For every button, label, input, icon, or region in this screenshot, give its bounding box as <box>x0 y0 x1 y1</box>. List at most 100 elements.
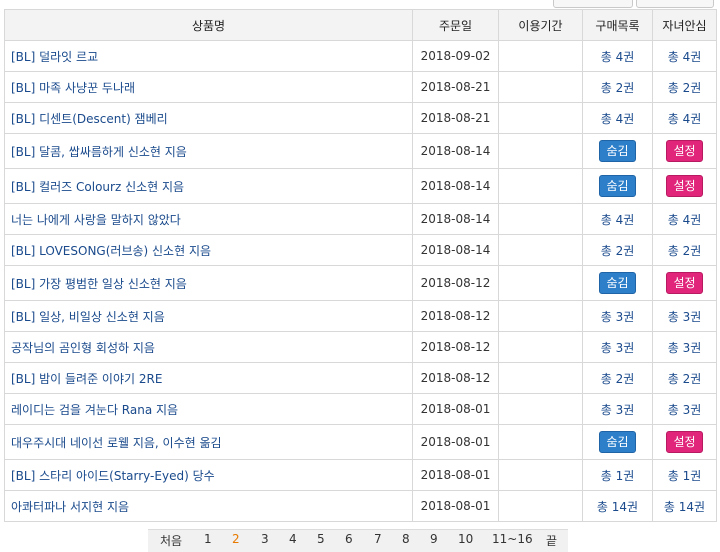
book-title-link[interactable]: 레이디는 검을 겨눈다 Rana 지음 <box>11 403 178 417</box>
child-safe-count-link[interactable]: 총 3권 <box>668 403 702 417</box>
page-5[interactable]: 5 <box>317 532 325 546</box>
purchase-count-link[interactable]: 총 2권 <box>601 81 635 95</box>
usage-period <box>498 393 583 425</box>
page-1[interactable]: 1 <box>204 532 212 546</box>
purchase-list-cell: 총 2권 <box>582 362 653 394</box>
book-title-link[interactable]: [BL] 마족 사냥꾼 두나래 <box>11 81 135 95</box>
usage-period <box>498 71 583 103</box>
purchase-count-link[interactable]: 총 3권 <box>601 310 635 324</box>
row-title-cell: 대우주시대 네이선 로웰 지음, 이수현 옮김 <box>4 424 413 460</box>
child-safe-cell: 총 14권 <box>652 490 717 522</box>
top-button-left[interactable] <box>553 0 633 8</box>
order-date: 2018-08-12 <box>412 300 499 332</box>
child-safe-count-link[interactable]: 총 4권 <box>668 213 702 227</box>
header-period[interactable]: 이용기간 <box>498 9 583 41</box>
book-title-link[interactable]: [BL] LOVESONG(러브송) 신소현 지음 <box>11 244 211 258</box>
table-row: [BL] 스타리 아이드(Starry-Eyed) 당수 2018-08-01 총 … <box>4 459 717 491</box>
page-8[interactable]: 8 <box>402 532 410 546</box>
page-2[interactable]: 2 <box>232 532 240 546</box>
table-row: [BL] LOVESONG(러브송) 신소현 지음 2018-08-14 총 2권 총… <box>4 234 717 266</box>
book-title-link[interactable]: [BL] 디센트(Descent) 잼베리 <box>11 112 168 126</box>
book-title-link[interactable]: [BL] 덜라잇 르교 <box>11 50 98 64</box>
setting-button[interactable]: 설정 <box>666 175 703 197</box>
child-safe-count-link[interactable]: 총 2권 <box>668 81 702 95</box>
hide-button[interactable]: 숨김 <box>599 431 636 453</box>
page-3[interactable]: 3 <box>261 532 269 546</box>
purchase-count-link[interactable]: 총 4권 <box>601 50 635 64</box>
top-button-right[interactable] <box>636 0 714 8</box>
order-date: 2018-08-01 <box>412 393 499 425</box>
book-title-link[interactable]: 공작님의 곰인형 회성하 지음 <box>11 341 155 355</box>
header-purchase-list[interactable]: 구매목록 <box>582 9 653 41</box>
child-safe-cell: 총 2권 <box>652 362 717 394</box>
setting-button[interactable]: 설정 <box>666 272 703 294</box>
hide-button[interactable]: 숨김 <box>599 175 636 197</box>
order-date: 2018-08-01 <box>412 424 499 460</box>
purchase-count-link[interactable]: 총 2권 <box>601 372 635 386</box>
page-9[interactable]: 9 <box>430 532 438 546</box>
child-safe-cell: 설정 <box>652 265 717 301</box>
book-title-link[interactable]: [BL] 컬러즈 Colourz 신소현 지음 <box>11 180 184 194</box>
book-title-link[interactable]: 너는 나에게 사랑을 말하지 않았다 <box>11 213 181 227</box>
child-safe-count-link[interactable]: 총 4권 <box>668 112 702 126</box>
child-safe-count-link[interactable]: 총 4권 <box>668 50 702 64</box>
book-title-link[interactable]: 대우주시대 네이선 로웰 지음, 이수현 옮김 <box>11 436 222 450</box>
purchase-list-cell: 숨김 <box>582 133 653 169</box>
purchase-list-cell: 총 2권 <box>582 234 653 266</box>
book-title-link[interactable]: [BL] 밤이 들려준 이야기 2RE <box>11 372 162 386</box>
order-date: 2018-08-01 <box>412 459 499 491</box>
usage-period <box>498 133 583 169</box>
child-safe-count-link[interactable]: 총 14권 <box>664 500 705 514</box>
table-row: [BL] 마족 사냥꾼 두나래 2018-08-21 총 2권 총 2권 <box>4 71 717 103</box>
setting-button[interactable]: 설정 <box>666 140 703 162</box>
usage-period <box>498 490 583 522</box>
child-safe-count-link[interactable]: 총 2권 <box>668 244 702 258</box>
top-button-strip <box>0 0 720 8</box>
hide-button[interactable]: 숨김 <box>599 140 636 162</box>
page-6[interactable]: 6 <box>345 532 353 546</box>
hide-button[interactable]: 숨김 <box>599 272 636 294</box>
page-range-next[interactable]: 11~16 <box>492 532 533 546</box>
purchase-list-cell: 총 4권 <box>582 102 653 134</box>
purchase-list-cell: 총 4권 <box>582 40 653 72</box>
table-row: [BL] 일상, 비일상 신소현 지음 2018-08-12 총 3권 총 3권 <box>4 300 717 332</box>
child-safe-count-link[interactable]: 총 2권 <box>668 372 702 386</box>
header-title[interactable]: 상품명 <box>4 9 413 41</box>
child-safe-cell: 총 4권 <box>652 40 717 72</box>
purchase-list-cell: 숨김 <box>582 424 653 460</box>
setting-button[interactable]: 설정 <box>666 431 703 453</box>
page-first[interactable]: 처음 <box>160 532 182 549</box>
book-title-link[interactable]: [BL] 가장 평범한 일상 신소현 지음 <box>11 277 187 291</box>
purchase-count-link[interactable]: 총 1권 <box>601 469 635 483</box>
page-last[interactable]: 끝 <box>546 532 557 549</box>
purchase-count-link[interactable]: 총 14권 <box>597 500 638 514</box>
table-row: [BL] 가장 평범한 일상 신소현 지음 2018-08-12 숨김 설정 <box>4 265 717 301</box>
purchase-count-link[interactable]: 총 2권 <box>601 244 635 258</box>
purchase-count-link[interactable]: 총 3권 <box>601 341 635 355</box>
row-title-cell: [BL] 스타리 아이드(Starry-Eyed) 당수 <box>4 459 413 491</box>
purchase-count-link[interactable]: 총 4권 <box>601 112 635 126</box>
header-child-safe[interactable]: 자녀안심 <box>652 9 717 41</box>
child-safe-count-link[interactable]: 총 3권 <box>668 341 702 355</box>
purchase-count-link[interactable]: 총 3권 <box>601 403 635 417</box>
page-4[interactable]: 4 <box>289 532 297 546</box>
order-date: 2018-08-14 <box>412 168 499 204</box>
usage-period <box>498 300 583 332</box>
book-title-link[interactable]: [BL] 스타리 아이드(Starry-Eyed) 당수 <box>11 469 215 483</box>
purchase-count-link[interactable]: 총 4권 <box>601 213 635 227</box>
child-safe-cell: 총 3권 <box>652 331 717 363</box>
usage-period <box>498 424 583 460</box>
usage-period <box>498 102 583 134</box>
child-safe-cell: 설정 <box>652 424 717 460</box>
page-10[interactable]: 10 <box>458 532 473 546</box>
child-safe-count-link[interactable]: 총 1권 <box>668 469 702 483</box>
table-row: 레이디는 검을 겨눈다 Rana 지음 2018-08-01 총 3권 총 3권 <box>4 393 717 425</box>
book-title-link[interactable]: [BL] 달콤, 쌉싸름하게 신소현 지음 <box>11 145 187 159</box>
header-order-date[interactable]: 주문일 <box>412 9 499 41</box>
purchase-list-cell: 총 1권 <box>582 459 653 491</box>
book-title-link[interactable]: 아콰터파나 서지현 지음 <box>11 500 129 514</box>
child-safe-count-link[interactable]: 총 3권 <box>668 310 702 324</box>
book-title-link[interactable]: [BL] 일상, 비일상 신소현 지음 <box>11 310 165 324</box>
page-7[interactable]: 7 <box>374 532 382 546</box>
order-date: 2018-08-14 <box>412 234 499 266</box>
